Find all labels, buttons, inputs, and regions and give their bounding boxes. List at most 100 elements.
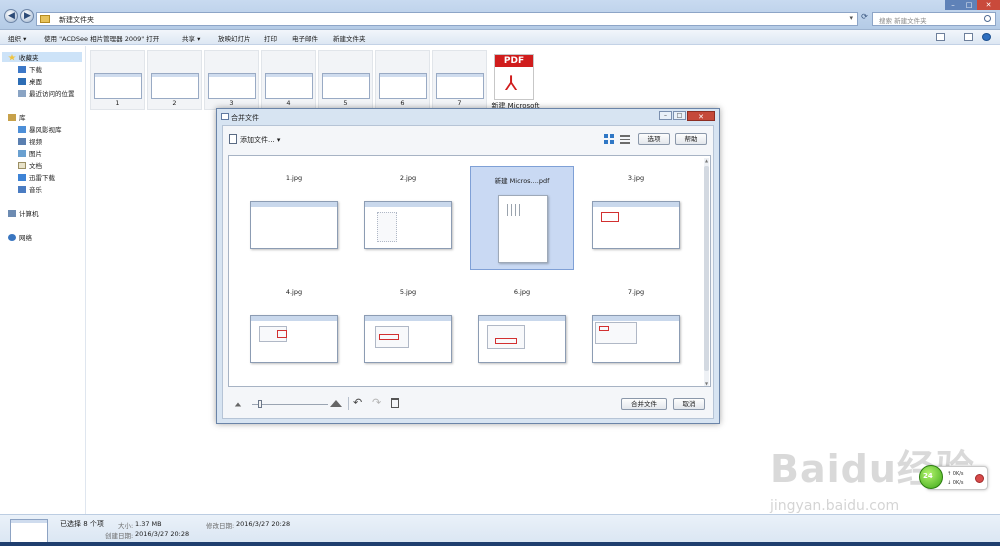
scroll-down-icon[interactable]: ▼	[704, 381, 709, 386]
file-tile[interactable]: 7.jpg	[584, 280, 688, 384]
add-files-button[interactable]: 添加文件... ▾	[229, 134, 280, 145]
slideshow-button[interactable]: 放映幻灯片	[218, 33, 251, 43]
file-thumbnail[interactable]: 3	[204, 50, 259, 110]
share-menu[interactable]: 共享 ▾	[182, 33, 200, 43]
zoom-out-icon[interactable]	[234, 402, 242, 407]
sidebar-item-label: 网络	[19, 234, 32, 242]
file-thumbnail[interactable]: 4	[261, 50, 316, 110]
help-button[interactable]: 帮助	[675, 133, 707, 145]
sidebar-item-pictures[interactable]: 图片	[18, 148, 42, 158]
file-tile[interactable]: 5.jpg	[356, 280, 460, 384]
network-icon	[8, 234, 16, 241]
image-preview	[94, 73, 142, 99]
recent-places-icon	[18, 90, 26, 97]
file-thumbnail[interactable]: 1	[90, 50, 145, 110]
organize-menu[interactable]: 组织 ▾	[8, 33, 26, 43]
print-button[interactable]: 打印	[264, 33, 277, 43]
zoom-slider-handle[interactable]	[258, 400, 262, 408]
modified-value: 2016/3/27 20:28	[236, 520, 291, 528]
download-speed: ↓ 0K/s	[947, 480, 964, 486]
sidebar-item-network[interactable]: 网络	[8, 232, 32, 242]
sidebar-item-documents[interactable]: 文档	[18, 160, 42, 170]
preview-pane-icon[interactable]	[964, 33, 973, 41]
pdf-file-item[interactable]: PDF ⅄ 新建 Microsoft	[488, 50, 543, 110]
sidebar-item-thunder[interactable]: 迅雷下载	[18, 172, 55, 182]
network-speed-widget[interactable]: 24 ↑ 0K/s ↓ 0K/s	[919, 465, 988, 490]
file-tile[interactable]: 3.jpg	[584, 166, 688, 270]
pdf-badge: PDF	[495, 55, 533, 67]
options-button[interactable]: 选项	[638, 133, 670, 145]
list-view-icon[interactable]	[620, 134, 630, 144]
address-dropdown-icon[interactable]: ▾	[849, 14, 853, 22]
image-preview	[379, 73, 427, 99]
sidebar-item-desktop[interactable]: 桌面	[18, 76, 42, 86]
dialog-maximize-button[interactable]: □	[673, 111, 686, 120]
speed-ball-icon: 24	[919, 465, 943, 489]
tile-preview	[364, 201, 452, 249]
sidebar-item-favorites[interactable]: 收藏夹	[2, 52, 82, 62]
file-tile[interactable]: 6.jpg	[470, 280, 574, 384]
scroll-up-icon[interactable]: ▲	[704, 158, 709, 163]
sidebar-item-label: 暴风影视库	[29, 126, 62, 134]
scrollbar-thumb[interactable]	[704, 166, 709, 371]
maximize-button[interactable]: □	[961, 0, 977, 10]
tile-preview	[478, 315, 566, 363]
forward-button[interactable]: ▶	[20, 9, 34, 23]
file-name: 1	[115, 99, 120, 107]
size-label: 大小:	[118, 522, 134, 530]
sidebar-item-label: 图片	[29, 150, 42, 158]
zoom-slider-track[interactable]	[252, 404, 328, 405]
combine-files-button[interactable]: 合并文件	[621, 398, 667, 410]
sidebar-item-libraries[interactable]: 库	[8, 112, 26, 122]
rotate-right-icon[interactable]: ↷	[372, 396, 381, 409]
dialog-footer: ↶ ↷ 合并文件 取消	[228, 394, 711, 414]
tile-preview	[250, 201, 338, 249]
file-tile-selected[interactable]: 新建 Micros....pdf	[470, 166, 574, 270]
music-icon	[18, 186, 26, 193]
cancel-button[interactable]: 取消	[673, 398, 705, 410]
minimize-button[interactable]: –	[945, 0, 961, 10]
refresh-icon[interactable]: ⟳	[859, 12, 870, 26]
file-thumbnail[interactable]: 2	[147, 50, 202, 110]
file-tile[interactable]: 1.jpg	[242, 166, 346, 270]
file-thumbnail[interactable]: 6	[375, 50, 430, 110]
sidebar-item-downloads[interactable]: 下载	[18, 64, 42, 74]
selection-count: 已选择 8 个项	[60, 520, 104, 528]
address-bar[interactable]: 新建文件夹 ▾	[36, 12, 858, 26]
rotate-left-icon[interactable]: ↶	[353, 396, 362, 409]
star-icon	[8, 54, 16, 61]
window-titlebar: ◀ ▶ 新建文件夹 ▾ ⟳ 搜索 新建文件夹 – □ ✕	[0, 0, 1000, 30]
back-button[interactable]: ◀	[4, 9, 18, 23]
grid-scrollbar[interactable]: ▲ ▼	[704, 158, 709, 386]
search-input[interactable]: 搜索 新建文件夹	[872, 12, 996, 26]
close-button[interactable]: ✕	[977, 0, 1000, 10]
dialog-close-button[interactable]: ✕	[687, 111, 715, 121]
watermark-url: jingyan.baidu.com	[770, 498, 900, 514]
sidebar-item-videos[interactable]: 视频	[18, 136, 42, 146]
view-options-icon[interactable]	[936, 33, 945, 41]
tile-name: 6.jpg	[513, 288, 531, 296]
thunder-download-icon	[18, 174, 26, 181]
file-thumbnail[interactable]: 5	[318, 50, 373, 110]
help-icon[interactable]	[982, 33, 991, 41]
dialog-minimize-button[interactable]: –	[659, 111, 672, 120]
delete-icon[interactable]	[391, 398, 399, 408]
dialog-title: 合并文件	[231, 114, 259, 122]
email-button[interactable]: 电子邮件	[292, 33, 318, 43]
library-icon	[8, 114, 16, 121]
size-value: 1.37 MB	[135, 520, 162, 528]
zoom-in-icon[interactable]	[330, 400, 342, 407]
file-tile[interactable]: 4.jpg	[242, 280, 346, 384]
grid-view-icon[interactable]	[604, 134, 614, 144]
new-folder-button[interactable]: 新建文件夹	[333, 33, 366, 43]
sidebar-item-music[interactable]: 音乐	[18, 184, 42, 194]
sidebar-item-baofeng[interactable]: 暴风影视库	[18, 124, 62, 134]
image-preview	[151, 73, 199, 99]
sidebar-item-label: 音乐	[29, 186, 42, 194]
open-with-button[interactable]: 使用 "ACDSee 相片管理器 2009" 打开	[44, 33, 159, 43]
file-thumbnail[interactable]: 7	[432, 50, 487, 110]
sidebar-item-computer[interactable]: 计算机	[8, 208, 39, 218]
file-tile[interactable]: 2.jpg	[356, 166, 460, 270]
modified-label: 修改日期:	[206, 522, 235, 530]
sidebar-item-recent[interactable]: 最近访问的位置	[18, 88, 75, 98]
